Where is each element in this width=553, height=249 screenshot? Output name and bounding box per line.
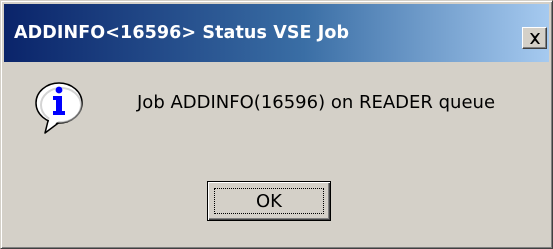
dialog-window: ADDINFO<16596> Status VSE Job Job ADDINF… <box>0 0 553 249</box>
title-bar[interactable]: ADDINFO<16596> Status VSE Job <box>4 4 549 62</box>
close-button[interactable] <box>522 27 547 49</box>
information-icon <box>35 82 83 134</box>
dialog-message: Job ADDINFO(16596) on READER queue <box>137 92 496 113</box>
close-icon <box>530 33 540 44</box>
window-title: ADDINFO<16596> Status VSE Job <box>14 23 350 43</box>
ok-button[interactable]: OK <box>207 181 331 221</box>
ok-button-label: OK <box>214 188 324 214</box>
